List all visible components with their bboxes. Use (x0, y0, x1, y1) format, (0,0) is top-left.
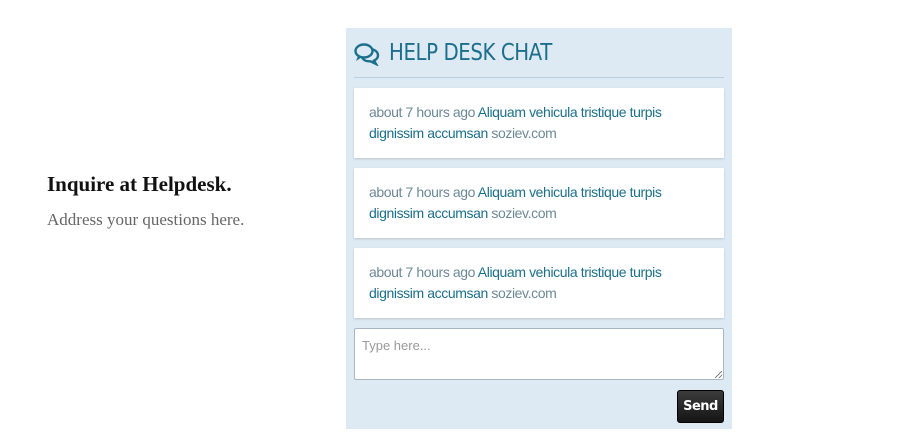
message-source-link[interactable]: soziev.com (491, 125, 556, 141)
message-source-link[interactable]: soziev.com (491, 285, 556, 301)
chat-bubbles-icon (354, 42, 380, 66)
chat-message: about 7 hours ago Aliquam vehicula trist… (354, 248, 724, 318)
intro-title: Inquire at Helpdesk. (47, 172, 232, 196)
helpdesk-chat-panel: HELP DESK CHAT about 7 hours ago Aliquam… (346, 28, 732, 429)
chat-header: HELP DESK CHAT (354, 28, 724, 78)
intro-block: Inquire at Helpdesk. Address your questi… (47, 172, 337, 231)
message-time: about 7 hours ago (369, 184, 476, 200)
chat-message: about 7 hours ago Aliquam vehicula trist… (354, 88, 724, 158)
intro-subtitle: Address your questions here. (47, 210, 245, 230)
message-time: about 7 hours ago (369, 264, 476, 280)
message-input[interactable] (354, 328, 724, 380)
chat-message: about 7 hours ago Aliquam vehicula trist… (354, 168, 724, 238)
message-time: about 7 hours ago (369, 104, 476, 120)
send-button[interactable]: Send (677, 390, 724, 423)
chat-title: HELP DESK CHAT (389, 39, 552, 66)
message-source-link[interactable]: soziev.com (491, 205, 556, 221)
